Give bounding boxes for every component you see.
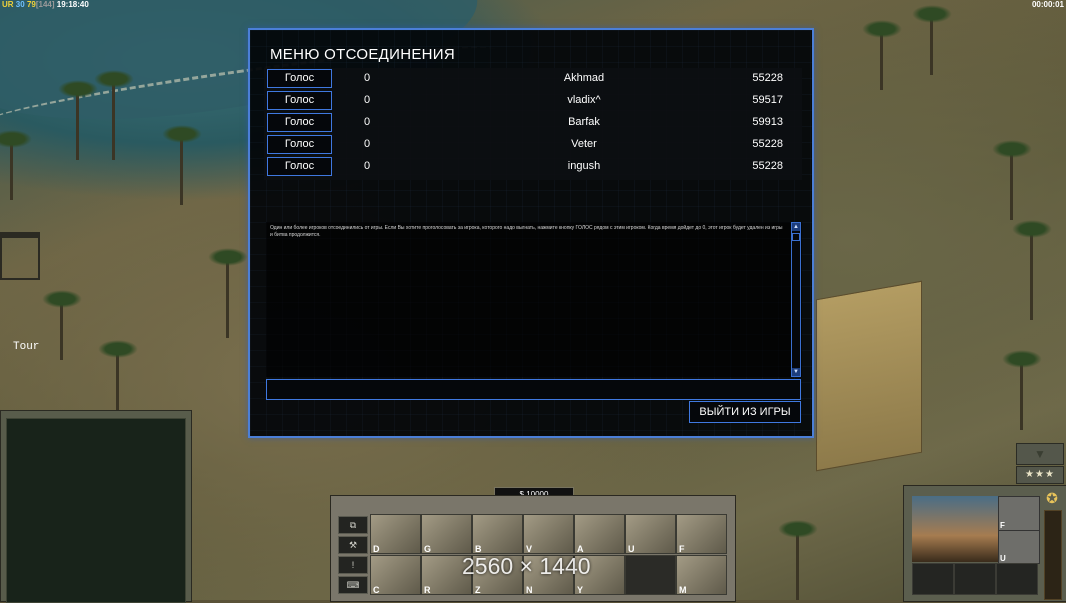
player-ping: 55228 bbox=[752, 160, 783, 172]
vote-count: 0 bbox=[364, 72, 371, 84]
building[interactable] bbox=[816, 280, 922, 472]
build-slot[interactable]: D bbox=[370, 514, 421, 554]
unit-slot[interactable] bbox=[912, 563, 954, 595]
hotkey: Y bbox=[577, 585, 584, 595]
options-button[interactable]: ⧉ bbox=[338, 516, 368, 534]
palm-tree bbox=[1012, 220, 1052, 320]
scroll-down-icon[interactable]: ▼ bbox=[792, 368, 800, 376]
clock: 19:18:40 bbox=[56, 0, 89, 9]
world-label: Tour bbox=[13, 341, 40, 353]
player-row: Голос 0 ingush 55228 bbox=[264, 156, 800, 178]
player-list: Голос 0 Akhmad 55228 Голос 0 vladix^ 595… bbox=[264, 68, 802, 180]
collapse-button[interactable]: ▼ bbox=[1016, 443, 1064, 465]
faction-label: UR bbox=[2, 0, 14, 9]
build-slot[interactable]: A bbox=[574, 514, 625, 554]
upgrade-slot[interactable]: F bbox=[998, 496, 1040, 531]
player-name: vladix^ bbox=[567, 94, 601, 106]
player-ping: 55228 bbox=[752, 138, 783, 150]
build-slot[interactable]: F bbox=[676, 514, 727, 554]
player-ping: 59913 bbox=[752, 116, 783, 128]
scroll-up-icon[interactable]: ▲ bbox=[792, 223, 800, 231]
vote-button[interactable]: Голос bbox=[267, 135, 332, 154]
player-name: Akhmad bbox=[563, 72, 605, 84]
quit-game-button[interactable]: ВЫЙТИ ИЗ ИГРЫ bbox=[689, 401, 801, 423]
unit-slot[interactable] bbox=[954, 563, 996, 595]
game-timer: 00:00:01 bbox=[1031, 0, 1064, 9]
hotkey: D bbox=[373, 544, 380, 554]
player-name: ingush bbox=[567, 160, 601, 172]
palm-tree bbox=[208, 248, 248, 338]
vote-button[interactable]: Голос bbox=[267, 69, 332, 88]
resolution-watermark: 2560 × 1440 bbox=[462, 553, 591, 579]
empty-slot bbox=[625, 555, 676, 595]
vote-button[interactable]: Голос bbox=[267, 113, 332, 132]
hotkey: N bbox=[526, 585, 533, 595]
alert-button[interactable]: ! bbox=[338, 556, 368, 574]
player-name: Barfak bbox=[568, 116, 600, 128]
minimap-view[interactable] bbox=[6, 418, 186, 603]
palm-tree bbox=[912, 5, 952, 75]
fps-value: 79 bbox=[26, 0, 36, 9]
disconnect-dialog: МЕНЮ ОТСОЕДИНЕНИЯ Голос 0 Akhmad 55228 Г… bbox=[248, 28, 814, 438]
palm-tree bbox=[162, 125, 202, 205]
player-ping: 55228 bbox=[752, 72, 783, 84]
chat-button[interactable]: ⌨ bbox=[338, 576, 368, 594]
palm-tree bbox=[94, 70, 134, 160]
palm-tree bbox=[1002, 350, 1042, 430]
palm-tree bbox=[778, 520, 818, 600]
build-slot[interactable]: G bbox=[421, 514, 472, 554]
build-slot[interactable]: M bbox=[676, 555, 727, 595]
hotkey: M bbox=[679, 585, 687, 595]
palm-tree bbox=[0, 130, 32, 200]
player-row: Голос 0 vladix^ 59517 bbox=[264, 90, 800, 112]
vote-count: 0 bbox=[364, 116, 371, 128]
vote-button[interactable]: Голос bbox=[267, 157, 332, 176]
hotkey: R bbox=[424, 585, 431, 595]
rank-star-icon: ✪ bbox=[1046, 490, 1058, 506]
player-name: Veter bbox=[571, 138, 597, 150]
vote-button[interactable]: Голос bbox=[267, 91, 332, 110]
hotkey: Z bbox=[475, 585, 481, 595]
stats-readout: UR 30 79[144] 19:18:40 bbox=[2, 0, 89, 9]
message-box[interactable]: Один или более игроков отсоединились от … bbox=[266, 222, 802, 377]
scrollbar[interactable]: ▲ ▼ bbox=[791, 222, 801, 377]
vote-count: 0 bbox=[364, 94, 371, 106]
palm-tree bbox=[58, 80, 98, 160]
chat-input[interactable] bbox=[266, 379, 801, 400]
dialog-title: МЕНЮ ОТСОЕДИНЕНИЯ bbox=[270, 46, 455, 63]
build-slot[interactable]: V bbox=[523, 514, 574, 554]
hotkey: F bbox=[679, 544, 685, 554]
vote-count: 0 bbox=[364, 138, 371, 150]
upgrade-hotkey: F bbox=[1000, 521, 1005, 530]
palm-tree bbox=[992, 140, 1032, 220]
vote-count: 0 bbox=[364, 160, 371, 172]
watch-tower bbox=[0, 232, 40, 280]
repair-button[interactable]: ⚒ bbox=[338, 536, 368, 554]
build-slot[interactable]: C bbox=[370, 555, 421, 595]
experience-bar bbox=[1044, 510, 1062, 600]
scroll-thumb[interactable] bbox=[792, 233, 800, 241]
player-count: 30 bbox=[15, 0, 25, 9]
unit-portrait[interactable] bbox=[912, 496, 998, 562]
build-slot[interactable]: U bbox=[625, 514, 676, 554]
build-slot[interactable]: B bbox=[472, 514, 523, 554]
palm-tree bbox=[862, 20, 902, 90]
fps-limit: [144] bbox=[35, 0, 55, 9]
hotkey: C bbox=[373, 585, 380, 595]
hotkey: U bbox=[628, 544, 635, 554]
unit-slot[interactable] bbox=[996, 563, 1038, 595]
player-row: Голос 0 Veter 55228 bbox=[264, 134, 800, 156]
player-ping: 59517 bbox=[752, 94, 783, 106]
palm-tree bbox=[98, 340, 138, 410]
palm-tree bbox=[42, 290, 82, 360]
player-row: Голос 0 Akhmad 55228 bbox=[264, 68, 800, 90]
upgrade-hotkey: U bbox=[1000, 554, 1006, 563]
disconnect-message: Один или более игроков отсоединились от … bbox=[270, 225, 783, 238]
hotkey: G bbox=[424, 544, 432, 554]
player-row: Голос 0 Barfak 59913 bbox=[264, 112, 800, 134]
minimap[interactable] bbox=[0, 410, 192, 603]
rank-stars-button[interactable]: ★★★ bbox=[1016, 466, 1064, 484]
upgrade-slot[interactable]: U bbox=[998, 530, 1040, 564]
